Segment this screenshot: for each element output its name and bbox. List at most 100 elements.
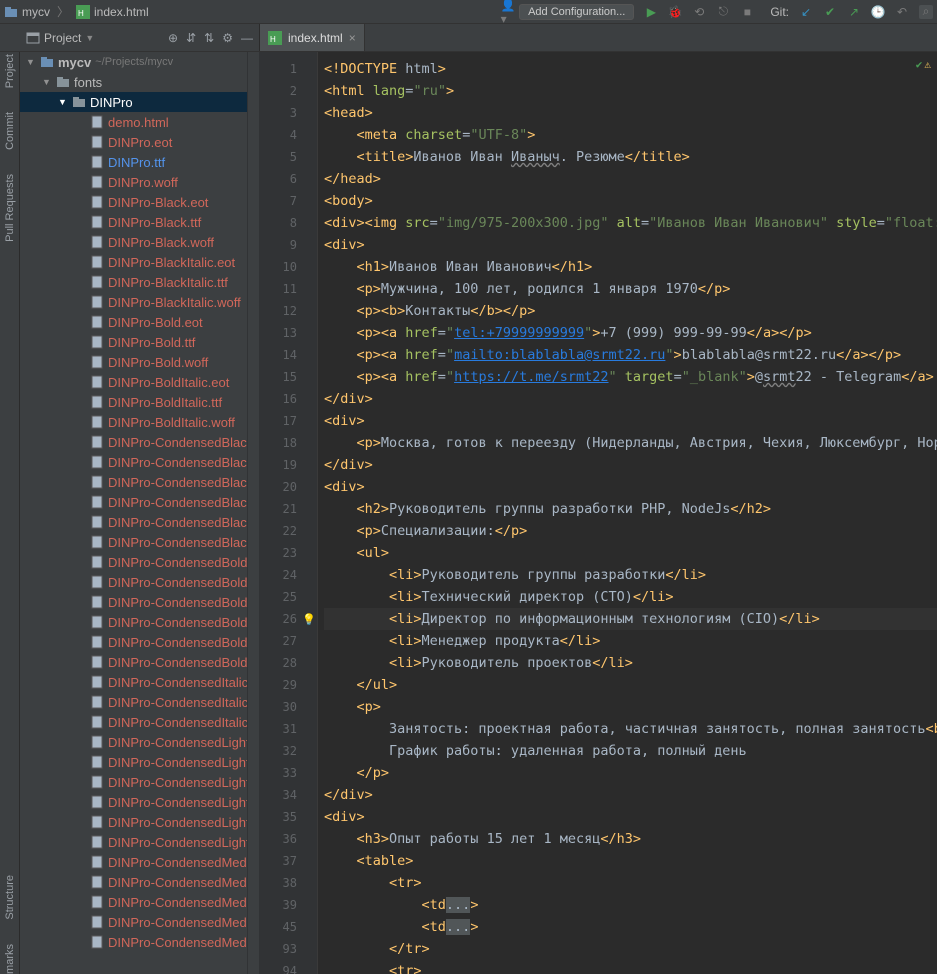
tree-file[interactable]: DINPro-Bold.ttf <box>20 332 259 352</box>
code-area[interactable]: <!DOCTYPE html><html lang="ru"><head> <m… <box>318 52 937 974</box>
close-tab-icon[interactable]: × <box>349 31 356 45</box>
tree-file[interactable]: DINPro-CondensedItalic.eot <box>20 672 259 692</box>
line-number[interactable]: 32 <box>260 740 317 762</box>
tree-file[interactable]: DINPro-CondensedBlackItalic.woff <box>20 532 259 552</box>
line-number[interactable]: 25 <box>260 586 317 608</box>
line-number[interactable]: 9 <box>260 234 317 256</box>
hide-icon[interactable]: — <box>241 31 253 45</box>
code-line[interactable]: </p> <box>324 762 937 784</box>
code-line[interactable]: <p><a href="https://t.me/srmt22" target=… <box>324 366 937 388</box>
tree-file[interactable]: DINPro.ttf <box>20 152 259 172</box>
editor-tab-index-html[interactable]: H index.html × <box>260 24 365 51</box>
line-number[interactable]: 12 <box>260 300 317 322</box>
line-number[interactable]: 4 <box>260 124 317 146</box>
code-line[interactable]: <h3>Опыт работы 15 лет 1 месяц</h3> <box>324 828 937 850</box>
tree-file[interactable]: DINPro-CondensedLightItalic.eot <box>20 792 259 812</box>
line-number[interactable]: 38 <box>260 872 317 894</box>
tree-file[interactable]: DINPro-CondensedLightItalic.ttf <box>20 812 259 832</box>
code-line[interactable]: <h2>Руководитель группы разработки PHP, … <box>324 498 937 520</box>
chevron-down-icon[interactable]: ▼ <box>26 57 36 67</box>
code-line[interactable]: <li>Технический директор (CTO)</li> <box>324 586 937 608</box>
tree-file[interactable]: DINPro-CondensedBlack.ttf <box>20 452 259 472</box>
gutter[interactable]: 1234567891011121314151617181920212223242… <box>260 52 318 974</box>
code-line[interactable]: <div> <box>324 410 937 432</box>
code-line[interactable]: <p>Москва, готов к переезду (Нидерланды,… <box>324 432 937 454</box>
tree-file[interactable]: DINPro-CondensedMedium.eot <box>20 852 259 872</box>
line-number[interactable]: 23 <box>260 542 317 564</box>
code-line[interactable]: <li>Менеджер продукта</li> <box>324 630 937 652</box>
git-pull-icon[interactable]: ↙ <box>799 5 813 19</box>
rail-project[interactable]: Project <box>4 54 16 88</box>
line-number[interactable]: 33 <box>260 762 317 784</box>
undo-icon[interactable]: ↶ <box>895 5 909 19</box>
add-configuration-button[interactable]: Add Configuration... <box>519 4 634 20</box>
tree-file[interactable]: DINPro-Black.ttf <box>20 212 259 232</box>
rail-marks[interactable]: marks <box>4 944 16 974</box>
line-number[interactable]: 28 <box>260 652 317 674</box>
code-line[interactable]: <td...> <box>324 894 937 916</box>
code-line[interactable]: </div> <box>324 388 937 410</box>
stop-icon[interactable]: ■ <box>740 5 754 19</box>
run-icon[interactable]: ▶ <box>644 5 658 19</box>
tree-file[interactable]: demo.html <box>20 112 259 132</box>
history-icon[interactable]: 🕒 <box>871 5 885 19</box>
line-number[interactable]: 17 <box>260 410 317 432</box>
tree-file[interactable]: DINPro-CondensedBoldItalic.eot <box>20 612 259 632</box>
line-number[interactable]: 36 <box>260 828 317 850</box>
line-number[interactable]: 1 <box>260 58 317 80</box>
project-toolwindow-header[interactable]: Project ▼ ⊕ ⇵ ⇅ ⚙ — <box>20 24 260 51</box>
code-line[interactable]: <meta charset="UTF-8"> <box>324 124 937 146</box>
tree-file[interactable]: DINPro-CondensedBold.eot <box>20 552 259 572</box>
code-line[interactable]: <div><img src="img/975-200x300.jpg" alt=… <box>324 212 937 234</box>
code-line[interactable]: <head> <box>324 102 937 124</box>
dropdown-icon[interactable]: ▼ <box>85 33 94 43</box>
line-number[interactable]: 21 <box>260 498 317 520</box>
chevron-down-icon[interactable]: ▼ <box>42 77 52 87</box>
tree-folder-dinpro[interactable]: ▼ DINPro <box>20 92 259 112</box>
tree-folder-fonts[interactable]: ▼ fonts <box>20 72 259 92</box>
tree-file[interactable]: DINPro-CondensedMedium.woff <box>20 892 259 912</box>
tree-file[interactable]: DINPro-CondensedMedium.ttf <box>20 872 259 892</box>
line-number[interactable]: 8 <box>260 212 317 234</box>
code-line[interactable]: </head> <box>324 168 937 190</box>
code-line[interactable]: <p> <box>324 696 937 718</box>
tree-file[interactable]: DINPro-Bold.eot <box>20 312 259 332</box>
line-number[interactable]: 13 <box>260 322 317 344</box>
code-line[interactable]: <p><a href="mailto:blablabla@srmt22.ru">… <box>324 344 937 366</box>
line-number[interactable]: 29 <box>260 674 317 696</box>
code-line[interactable]: <tr> <box>324 872 937 894</box>
line-number[interactable]: 94 <box>260 960 317 974</box>
tree-file[interactable]: DINPro-CondensedBold.woff <box>20 592 259 612</box>
settings-icon[interactable]: ⚙ <box>222 31 233 45</box>
breadcrumb-file[interactable]: index.html <box>94 5 149 19</box>
line-number[interactable]: 3 <box>260 102 317 124</box>
tree-file[interactable]: DINPro-CondensedLight.woff <box>20 772 259 792</box>
rail-pull-requests[interactable]: Pull Requests <box>4 174 16 242</box>
code-line[interactable]: <p>Специализации:</p> <box>324 520 937 542</box>
line-number[interactable]: 31 <box>260 718 317 740</box>
tree-file[interactable]: DINPro-CondensedItalic.ttf <box>20 692 259 712</box>
chevron-down-icon[interactable]: ▼ <box>58 97 68 107</box>
code-line[interactable]: <tr> <box>324 960 937 974</box>
tree-file[interactable]: DINPro-BoldItalic.woff <box>20 412 259 432</box>
tree-file[interactable]: DINPro-CondensedBlack.eot <box>20 432 259 452</box>
code-line[interactable]: <p><b>Контакты</b></p> <box>324 300 937 322</box>
breadcrumb[interactable]: mycv 〉 H index.html <box>4 3 149 20</box>
tree-file[interactable]: DINPro-CondensedBlackItalic.eot <box>20 492 259 512</box>
code-line[interactable]: </div> <box>324 784 937 806</box>
line-number[interactable]: 22 <box>260 520 317 542</box>
tree-file[interactable]: DINPro-CondensedLightItalic.woff <box>20 832 259 852</box>
tree-scrollbar[interactable] <box>247 52 259 974</box>
user-icon[interactable]: 👤▾ <box>501 5 515 19</box>
line-number[interactable]: 24 <box>260 564 317 586</box>
code-line[interactable]: <p>Мужчина, 100 лет, родился 1 января 19… <box>324 278 937 300</box>
project-tree[interactable]: ▼ mycv ~/Projects/mycv ▼ fonts ▼ DINPro … <box>20 52 260 974</box>
code-line[interactable]: </div> <box>324 454 937 476</box>
code-line[interactable]: </tr> <box>324 938 937 960</box>
line-number[interactable]: 19 <box>260 454 317 476</box>
tree-file[interactable]: DINPro-BoldItalic.eot <box>20 372 259 392</box>
line-number[interactable]: 93 <box>260 938 317 960</box>
tree-file[interactable]: DINPro-BlackItalic.woff <box>20 292 259 312</box>
code-line[interactable]: <td...> <box>324 916 937 938</box>
tree-file[interactable]: DINPro-CondensedBoldItalic.woff <box>20 652 259 672</box>
